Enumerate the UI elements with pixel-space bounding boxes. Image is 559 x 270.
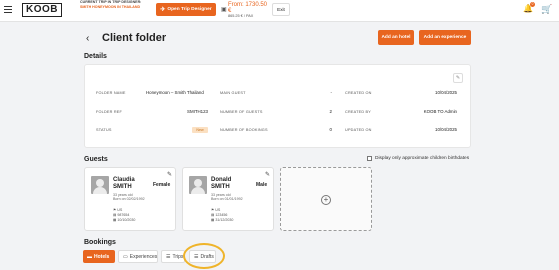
map-icon: ✈ — [160, 7, 166, 13]
bookings-section-title: Bookings — [84, 239, 116, 246]
number-of-guests-label: NUMBER OF GUESTS — [220, 110, 263, 114]
status-badge: New — [192, 127, 208, 133]
guest-passport-expiry: 31/12/2030 — [215, 218, 234, 222]
add-hotel-button[interactable]: Add an hotel — [378, 30, 414, 45]
guest-nationality: US — [117, 208, 123, 212]
tab-hotels-label: Hotels — [94, 253, 110, 260]
guest-passport: 987654 — [117, 213, 130, 217]
list-icon: ☰ — [194, 253, 199, 260]
approx-birthdates-toggle[interactable]: Display only approximate children birthd… — [367, 156, 469, 161]
folder-ref-label: FOLDER REF — [96, 110, 123, 114]
guest-name: Donald SMITH — [211, 177, 231, 191]
tab-drafts-label: Drafts — [200, 253, 214, 260]
folder-name-label: FOLDER NAME — [96, 91, 126, 95]
tab-drafts[interactable]: ☰ Drafts — [189, 250, 216, 263]
main-guest-label: MAIN GUEST — [220, 91, 246, 95]
guest-first-name: Donald — [211, 177, 232, 183]
avatar — [91, 176, 109, 194]
current-trip-label: CURRENT TRIP IN TRIP DESIGNER: — [80, 0, 142, 4]
folder-name-value: Honeymoon – Smith Thailand — [146, 90, 204, 95]
ticket-icon: ▭ — [123, 253, 128, 260]
guest-card[interactable]: ✎ Donald SMITH Male 33 years old Born on… — [182, 167, 274, 231]
guest-gender: Female — [153, 182, 171, 188]
guest-card[interactable]: ✎ Claudia SMITH Female 33 years old Born… — [84, 167, 176, 231]
tab-trips[interactable]: ☰ Trips — [161, 250, 185, 263]
exit-button[interactable]: Exit — [272, 3, 290, 16]
guest-name: Claudia SMITH — [113, 177, 135, 191]
list-icon: ☰ — [166, 253, 171, 260]
top-bar: KOOB CURRENT TRIP IN TRIP DESIGNER: SMIT… — [0, 0, 559, 22]
details-card: ✎ — [84, 64, 471, 148]
approx-birthdates-label: Display only approximate children birthd… — [375, 156, 470, 161]
plus-icon[interactable]: + — [321, 195, 331, 205]
back-arrow-icon[interactable]: ‹ — [86, 33, 89, 44]
page-title: Client folder — [102, 32, 167, 44]
updated-on-value: 10/04/2025 — [435, 127, 457, 132]
open-trip-designer-label: Open Trip Designer — [167, 7, 212, 12]
guests-section-title: Guests — [84, 156, 108, 163]
main-guest-value: - — [330, 90, 332, 95]
guest-gender: Male — [256, 182, 268, 188]
open-trip-designer-button[interactable]: ✈ Open Trip Designer — [156, 3, 216, 16]
details-section-title: Details — [84, 53, 107, 60]
current-trip-value: SMITH HONEYMOON IN THAILAND — [80, 4, 141, 9]
guest-last-name: SMITH — [211, 184, 230, 190]
notification-badge: 0 — [530, 2, 535, 7]
add-experience-button[interactable]: Add an experience — [419, 30, 471, 45]
pencil-icon[interactable]: ✎ — [265, 171, 270, 178]
guest-passport-expiry: 10/10/2030 — [117, 218, 136, 222]
avatar — [189, 176, 207, 194]
tab-experiences-label: Experiences — [129, 253, 158, 260]
number-of-bookings-value: 0 — [329, 127, 332, 132]
price-main: From: 1730.50 € — [228, 2, 268, 14]
status-label: STATUS — [96, 128, 112, 132]
created-on-label: CREATED ON — [345, 91, 372, 95]
tab-trips-label: Trips — [172, 253, 184, 260]
guest-last-name: SMITH — [113, 184, 132, 190]
number-of-guests-value: 2 — [329, 109, 332, 114]
created-by-label: CREATED BY — [345, 110, 371, 114]
trip-price: From: 1730.50 € 865.25 € / PAX — [228, 2, 272, 19]
guest-first-name: Claudia — [113, 177, 135, 183]
edit-details-button[interactable]: ✎ — [453, 73, 463, 83]
koob-logo[interactable]: KOOB — [22, 3, 62, 17]
guest-birthdate: Born on 02/02/1992 — [113, 197, 145, 201]
basket-icon: ▣ — [221, 7, 227, 13]
folder-ref-value: SMITH123 — [187, 109, 208, 114]
pencil-icon[interactable]: ✎ — [167, 171, 172, 178]
cart-icon[interactable]: 🛒 — [541, 4, 552, 14]
approx-birthdates-checkbox[interactable] — [367, 156, 372, 161]
current-trip-info: CURRENT TRIP IN TRIP DESIGNER: SMITH HON… — [80, 0, 152, 9]
guest-birthdate: Born on 01/01/1992 — [211, 197, 243, 201]
created-by-value: KOOB TO Admin — [423, 109, 457, 114]
guest-passport: 123456 — [215, 213, 228, 217]
menu-icon[interactable] — [4, 6, 12, 14]
price-per-pax: 865.25 € / PAX — [228, 14, 254, 18]
number-of-bookings-label: NUMBER OF BOOKINGS — [220, 128, 268, 132]
tab-hotels[interactable]: ▬ Hotels — [83, 250, 115, 263]
guest-nationality: US — [215, 208, 221, 212]
created-on-value: 10/04/2025 — [435, 90, 457, 95]
bed-icon: ▬ — [87, 253, 92, 260]
tab-experiences[interactable]: ▭ Experiences — [118, 250, 158, 263]
add-guest-card[interactable]: + — [280, 167, 372, 231]
updated-on-label: UPDATED ON — [345, 128, 372, 132]
